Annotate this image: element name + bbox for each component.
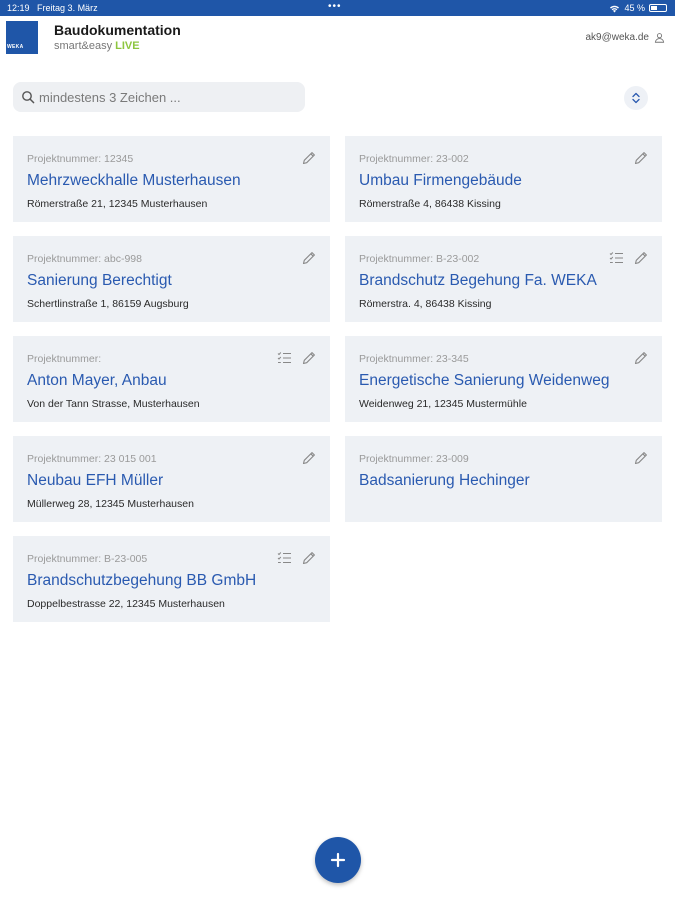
project-address: Von der Tann Strasse, Musterhausen	[27, 398, 200, 410]
search-bar[interactable]	[13, 82, 305, 112]
project-card[interactable]: Projektnummer: 23-002 Umbau Firmengebäud…	[345, 136, 662, 222]
pencil-icon[interactable]	[633, 150, 649, 166]
project-address: Weidenweg 21, 12345 Mustermühle	[359, 398, 527, 410]
project-number: Projektnummer: 23-009	[359, 453, 469, 465]
search-icon	[22, 91, 35, 104]
checklist-icon[interactable]	[609, 251, 624, 265]
sort-icon	[632, 92, 640, 104]
user-icon[interactable]	[654, 32, 665, 43]
pencil-icon[interactable]	[301, 250, 317, 266]
pencil-icon[interactable]	[301, 550, 317, 566]
project-card[interactable]: Projektnummer: Anton Mayer, Anbau Von de…	[13, 336, 330, 422]
battery-percent: 45 %	[624, 3, 645, 13]
wifi-icon	[610, 5, 620, 12]
add-project-button[interactable]	[315, 837, 361, 883]
project-number: Projektnummer: abc-998	[27, 253, 142, 265]
user-email: ak9@weka.de	[585, 32, 649, 43]
pencil-icon[interactable]	[301, 350, 317, 366]
project-number: Projektnummer: B-23-002	[359, 253, 480, 265]
project-card[interactable]: Projektnummer: 12345 Mehrzweckhalle Must…	[13, 136, 330, 222]
project-address: Römerstra. 4, 86438 Kissing	[359, 298, 492, 310]
project-number: Projektnummer: 23 015 001	[27, 453, 157, 465]
project-address: Doppelbestrasse 22, 12345 Musterhausen	[27, 598, 225, 610]
app-title: Baudokumentation	[54, 22, 181, 38]
project-card[interactable]: Projektnummer: 23-009 Badsanierung Hechi…	[345, 436, 662, 522]
project-address: Schertlinstraße 1, 86159 Augsburg	[27, 298, 189, 310]
project-title[interactable]: Energetische Sanierung Weidenweg	[359, 372, 609, 390]
pencil-icon[interactable]	[633, 450, 649, 466]
battery-icon	[649, 4, 667, 12]
status-right: 45 %	[609, 3, 667, 13]
project-number: Projektnummer:	[27, 353, 102, 365]
project-title[interactable]: Badsanierung Hechinger	[359, 472, 530, 490]
project-title[interactable]: Brandschutzbegehung BB GmbH	[27, 572, 256, 590]
project-address: Römerstraße 21, 12345 Musterhausen	[27, 198, 208, 210]
project-address: Müllerweg 28, 12345 Musterhausen	[27, 498, 194, 510]
search-input[interactable]	[39, 89, 289, 105]
logo-text: WEKA	[7, 44, 24, 50]
checklist-icon[interactable]	[277, 351, 292, 365]
plus-icon	[330, 852, 346, 868]
project-card[interactable]: Projektnummer: 23 015 001 Neubau EFH Mül…	[13, 436, 330, 522]
weka-logo: WEKA	[6, 21, 38, 54]
status-date: Freitag 3. März	[37, 3, 98, 13]
project-number: Projektnummer: B-23-005	[27, 553, 148, 565]
project-number: Projektnummer: 23-002	[359, 153, 469, 165]
status-time: 12:19	[7, 3, 30, 13]
project-number: Projektnummer: 23-345	[359, 353, 469, 365]
project-title[interactable]: Brandschutz Begehung Fa. WEKA	[359, 272, 597, 290]
project-card[interactable]: Projektnummer: B-23-002 Brandschutz Bege…	[345, 236, 662, 322]
app-subtitle: smart&easy LIVE	[54, 40, 140, 52]
pencil-icon[interactable]	[301, 150, 317, 166]
project-title[interactable]: Anton Mayer, Anbau	[27, 372, 167, 390]
status-time-date: 12:19 Freitag 3. März	[7, 3, 98, 13]
project-address: Römerstraße 4, 86438 Kissing	[359, 198, 501, 210]
app-header: WEKA Baudokumentation smart&easy LIVE ak…	[0, 16, 675, 64]
project-card[interactable]: Projektnummer: B-23-005 Brandschutzbegeh…	[13, 536, 330, 622]
app-subtitle-text: smart&easy	[54, 40, 113, 52]
user-account[interactable]: ak9@weka.de	[585, 32, 665, 43]
live-badge: LIVE	[115, 40, 140, 52]
status-bar: 12:19 Freitag 3. März ••• 45 %	[0, 0, 675, 16]
project-title[interactable]: Neubau EFH Müller	[27, 472, 163, 490]
project-card[interactable]: Projektnummer: abc-998 Sanierung Berecht…	[13, 236, 330, 322]
checklist-icon[interactable]	[277, 551, 292, 565]
pencil-icon[interactable]	[633, 350, 649, 366]
multitasking-dots[interactable]: •••	[328, 1, 342, 12]
project-title[interactable]: Sanierung Berechtigt	[27, 272, 172, 290]
project-title[interactable]: Umbau Firmengebäude	[359, 172, 522, 190]
pencil-icon[interactable]	[301, 450, 317, 466]
project-number: Projektnummer: 12345	[27, 153, 134, 165]
project-title[interactable]: Mehrzweckhalle Musterhausen	[27, 172, 241, 190]
pencil-icon[interactable]	[633, 250, 649, 266]
sort-button[interactable]	[624, 86, 648, 110]
project-card[interactable]: Projektnummer: 23-345 Energetische Sanie…	[345, 336, 662, 422]
